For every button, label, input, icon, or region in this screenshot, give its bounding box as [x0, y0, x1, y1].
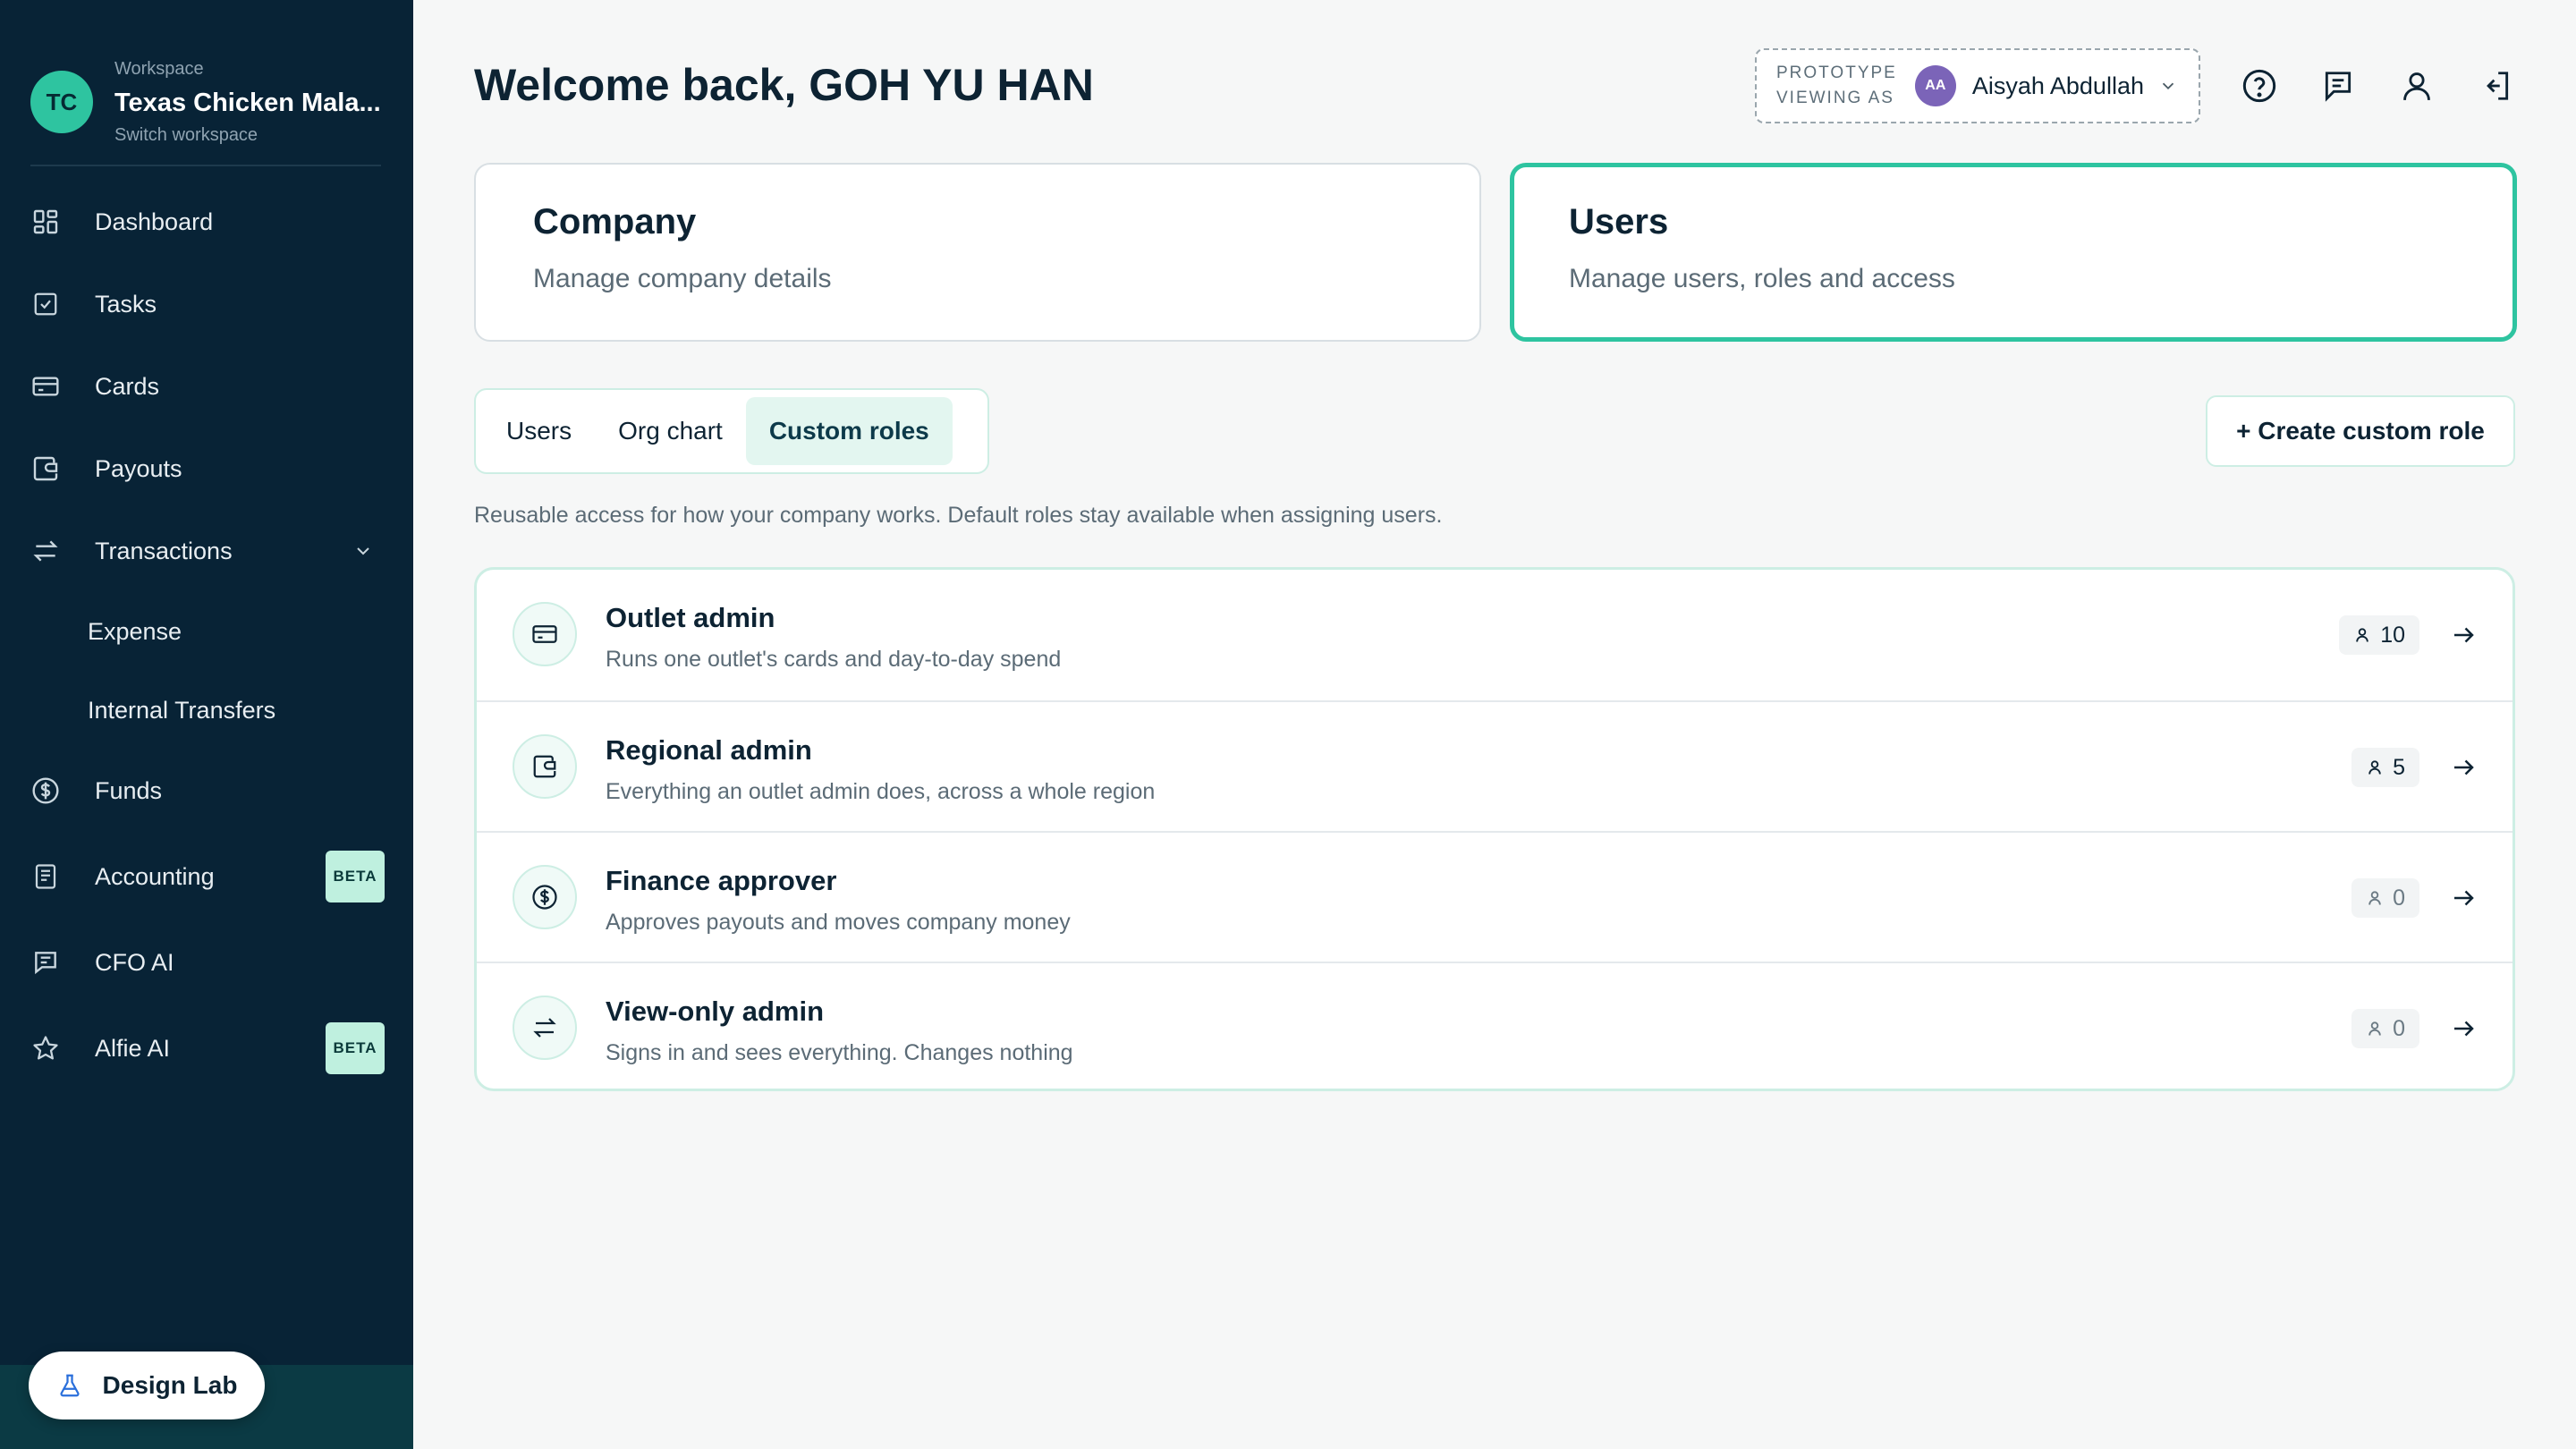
person-icon	[2368, 891, 2381, 905]
workspace-text: Workspace Texas Chicken Mala... Switch w…	[114, 59, 381, 146]
sidebar-item-tasks[interactable]: Tasks	[30, 275, 385, 333]
logout-icon[interactable]	[2474, 64, 2517, 107]
switch-workspace-link[interactable]: Switch workspace	[114, 125, 381, 146]
dollar-circle-icon	[30, 775, 61, 806]
wallet-icon	[30, 453, 61, 484]
custom-roles-list: Outlet admin Runs one outlet's cards and…	[474, 567, 2515, 1091]
role-text: Outlet admin Runs one outlet's cards and…	[606, 602, 1061, 673]
design-lab-label: Design Lab	[102, 1371, 238, 1399]
role-description: Runs one outlet's cards and day-to-day s…	[606, 647, 1062, 672]
sidebar-item-dashboard[interactable]: Dashboard	[30, 193, 385, 250]
sidebar-subitem-expense[interactable]: Expense	[88, 606, 182, 657]
sidebar-item-label: Accounting	[95, 862, 215, 890]
user-profile-icon[interactable]	[2395, 64, 2438, 107]
grid-icon	[30, 207, 61, 237]
workspace-label: Workspace	[114, 58, 204, 79]
card-title: Users	[1569, 202, 1669, 242]
prototype-viewer-switcher[interactable]: PROTOTYPE VIEWING AS AA Aisyah Abdullah	[1755, 48, 2200, 123]
role-name: View-only admin	[606, 996, 825, 1027]
create-custom-role-button[interactable]: + Create custom role	[2206, 395, 2515, 467]
tab-custom-roles[interactable]: Custom roles	[745, 397, 953, 465]
chat-icon	[30, 947, 61, 978]
document-icon	[30, 861, 61, 892]
users-tabs: Users Org chart Custom roles	[474, 388, 989, 474]
checkbox-icon	[30, 289, 61, 319]
beta-badge: BETA	[326, 1022, 385, 1074]
card-subtitle: Manage company details	[533, 264, 832, 293]
arrow-right-icon[interactable]	[2450, 1015, 2477, 1042]
card-icon	[30, 371, 61, 402]
tab-users[interactable]: Users	[483, 397, 595, 465]
role-user-count: 0	[2351, 878, 2419, 918]
sidebar-item-alfie-ai[interactable]: Alfie AI BETA	[30, 1020, 385, 1077]
viewer-name: Aisyah Abdullah	[1971, 72, 2144, 99]
arrow-right-icon[interactable]	[2450, 754, 2477, 781]
sidebar-item-accounting[interactable]: Accounting BETA	[30, 848, 385, 905]
role-text: View-only admin Signs in and sees everyt…	[606, 996, 1073, 1066]
role-user-count: 0	[2351, 1009, 2419, 1048]
sidebar-item-cards[interactable]: Cards	[30, 358, 385, 415]
role-row-view-only-admin[interactable]: View-only admin Signs in and sees everyt…	[477, 962, 2512, 1089]
sidebar-item-label: Funds	[95, 776, 163, 804]
sidebar-item-funds[interactable]: Funds	[30, 762, 385, 819]
transfer-icon	[30, 536, 61, 566]
role-row-finance-approver[interactable]: Finance approver Approves payouts and mo…	[477, 831, 2512, 962]
card-title: Company	[533, 202, 697, 242]
design-lab-button[interactable]: Design Lab	[29, 1352, 265, 1419]
flask-icon	[59, 1374, 80, 1397]
role-description: Signs in and sees everything. Changes no…	[606, 1040, 1073, 1065]
sidebar-item-label: Transactions	[95, 537, 233, 564]
sidebar-item-cfo-ai[interactable]: CFO AI	[30, 934, 385, 991]
sidebar-item-label: Tasks	[95, 290, 157, 318]
arrow-right-icon[interactable]	[2450, 622, 2477, 648]
workspace-name: Texas Chicken Mala...	[114, 88, 381, 117]
sidebar-subitem-internal-transfers[interactable]: Internal Transfers	[88, 685, 275, 735]
custom-roles-description: Reusable access for how your company wor…	[474, 503, 1443, 528]
prototype-label: PROTOTYPE VIEWING AS	[1776, 64, 1897, 107]
users-card[interactable]: Users Manage users, roles and access	[1510, 163, 2517, 342]
sidebar-item-label: CFO AI	[95, 948, 174, 976]
chevron-down-icon[interactable]	[352, 540, 374, 562]
sidebar-item-payouts[interactable]: Payouts	[30, 440, 385, 497]
role-row-regional-admin[interactable]: Regional admin Everything an outlet admi…	[477, 700, 2512, 831]
transfer-icon	[513, 996, 577, 1060]
message-icon[interactable]	[2317, 64, 2360, 107]
workspace-avatar: TC	[30, 71, 93, 133]
sidebar-item-label: Alfie AI	[95, 1034, 171, 1062]
sidebar-item-transactions[interactable]: Transactions	[30, 522, 385, 580]
role-description: Everything an outlet admin does, across …	[606, 779, 1156, 804]
sidebar-divider	[30, 165, 381, 166]
person-icon	[2368, 760, 2381, 775]
role-text: Finance approver Approves payouts and mo…	[606, 865, 1071, 936]
viewer-avatar: AA	[1914, 65, 1956, 106]
role-text: Regional admin Everything an outlet admi…	[606, 734, 1155, 805]
role-user-count: 10	[2339, 615, 2419, 655]
beta-badge: BETA	[326, 851, 385, 902]
sidebar-item-label: Dashboard	[95, 208, 214, 235]
role-user-count: 5	[2351, 748, 2419, 787]
page-title: Welcome back, GOH YU HAN	[474, 60, 1094, 110]
star-icon	[30, 1033, 61, 1063]
card-icon	[513, 602, 577, 666]
role-row-outlet-admin[interactable]: Outlet admin Runs one outlet's cards and…	[477, 570, 2512, 700]
role-name: Outlet admin	[606, 602, 775, 633]
role-description: Approves payouts and moves company money	[606, 910, 1071, 935]
role-name: Regional admin	[606, 734, 812, 766]
tab-org-chart[interactable]: Org chart	[595, 397, 746, 465]
card-subtitle: Manage users, roles and access	[1569, 264, 1955, 293]
company-card[interactable]: Company Manage company details	[474, 163, 1481, 342]
chevron-down-icon	[2162, 82, 2174, 90]
arrow-right-icon[interactable]	[2450, 885, 2477, 911]
wallet-icon	[513, 734, 577, 799]
workspace-switcher[interactable]: TC Workspace Texas Chicken Mala... Switc…	[30, 39, 381, 165]
sidebar-item-label: Payouts	[95, 454, 182, 482]
role-name: Finance approver	[606, 865, 837, 896]
person-icon	[2356, 628, 2368, 642]
sidebar: TC Workspace Texas Chicken Mala... Switc…	[0, 0, 413, 1449]
person-icon	[2368, 1021, 2381, 1036]
help-icon[interactable]	[2238, 64, 2281, 107]
dollar-circle-icon	[513, 865, 577, 929]
sidebar-item-label: Cards	[95, 372, 160, 400]
